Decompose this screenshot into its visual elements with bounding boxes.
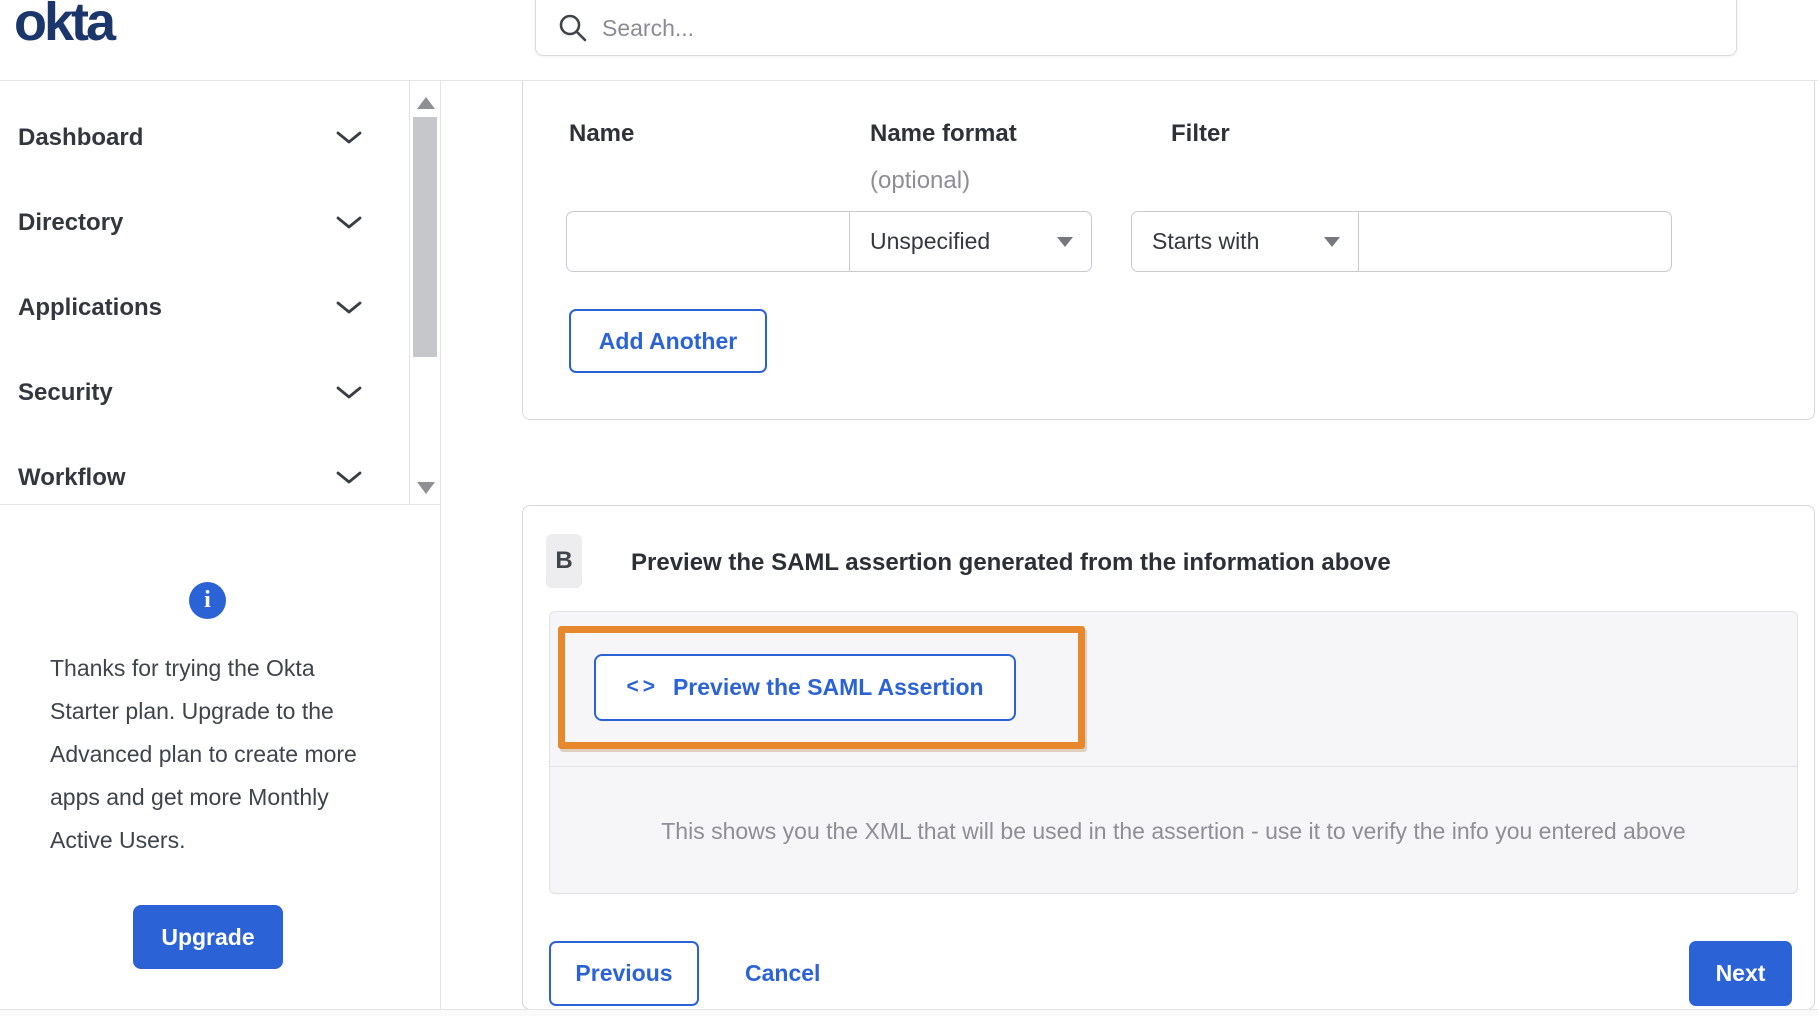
sidebar-item-label: Security (18, 378, 113, 406)
scroll-up-icon[interactable] (417, 97, 435, 109)
name-column-label: Name (569, 120, 635, 147)
okta-logo: okta (14, 0, 116, 52)
preview-description-text: This shows you the XML that will be used… (661, 817, 1686, 844)
chevron-down-icon (336, 301, 362, 313)
chevron-down-icon (336, 471, 362, 483)
attribute-statements-card: Name Name format (optional) Filter Unspe… (522, 81, 1815, 420)
name-format-column-label: Name format (870, 120, 1017, 147)
chevron-down-icon (336, 386, 362, 398)
name-format-selected-value: Unspecified (870, 228, 991, 254)
step-b-badge: B (546, 534, 582, 588)
sidebar-item-label: Applications (18, 293, 163, 321)
dropdown-caret-icon (1324, 236, 1340, 247)
trial-note-text: Thanks for trying the Okta Starter plan.… (50, 655, 357, 853)
attribute-name-input[interactable] (566, 211, 850, 272)
filter-column-label: Filter (1171, 120, 1230, 147)
name-format-optional-hint: (optional) (870, 167, 971, 194)
sidebar-item-dashboard[interactable]: Dashboard (0, 95, 409, 180)
name-format-select[interactable]: Unspecified (849, 211, 1092, 272)
next-button[interactable]: Next (1689, 941, 1792, 1006)
preview-saml-card: B Preview the SAML assertion generated f… (522, 505, 1815, 1010)
sidebar-item-label: Workflow (18, 463, 126, 491)
chevron-down-icon (336, 216, 362, 228)
dropdown-caret-icon (1057, 236, 1073, 247)
scroll-down-icon[interactable] (417, 482, 435, 494)
preview-section-heading: Preview the SAML assertion generated fro… (631, 549, 1391, 576)
scrollbar-thumb[interactable] (413, 117, 437, 357)
filter-value-input[interactable] (1358, 211, 1672, 272)
add-another-button[interactable]: Add Another (569, 309, 767, 373)
sidebar-item-security[interactable]: Security (0, 350, 409, 435)
info-icon: i (189, 582, 226, 619)
previous-button[interactable]: Previous (549, 941, 699, 1006)
search-icon (559, 14, 587, 42)
sidebar-item-label: Dashboard (18, 123, 144, 151)
sidebar-scrollbar[interactable] (409, 81, 440, 505)
window-bottom-edge (0, 1010, 1818, 1016)
sidebar-item-applications[interactable]: Applications (0, 265, 409, 350)
global-search[interactable] (535, 0, 1737, 56)
filter-operator-select[interactable]: Starts with (1131, 211, 1359, 272)
search-input[interactable] (602, 14, 1602, 42)
sidebar-item-label: Directory (18, 208, 124, 236)
preview-panel-description-row: This shows you the XML that will be used… (550, 768, 1797, 894)
filter-operator-selected-value: Starts with (1152, 228, 1260, 254)
sidebar-item-directory[interactable]: Directory (0, 180, 409, 265)
sidebar-divider (440, 81, 441, 1016)
sidebar-nav: Dashboard Directory Applications Securit… (0, 81, 409, 505)
cancel-link[interactable]: Cancel (745, 941, 820, 1006)
chevron-down-icon (336, 131, 362, 143)
sidebar-item-workflow[interactable]: Workflow (0, 435, 409, 504)
upgrade-button[interactable]: Upgrade (133, 905, 283, 969)
annotation-highlight-box (558, 626, 1085, 749)
